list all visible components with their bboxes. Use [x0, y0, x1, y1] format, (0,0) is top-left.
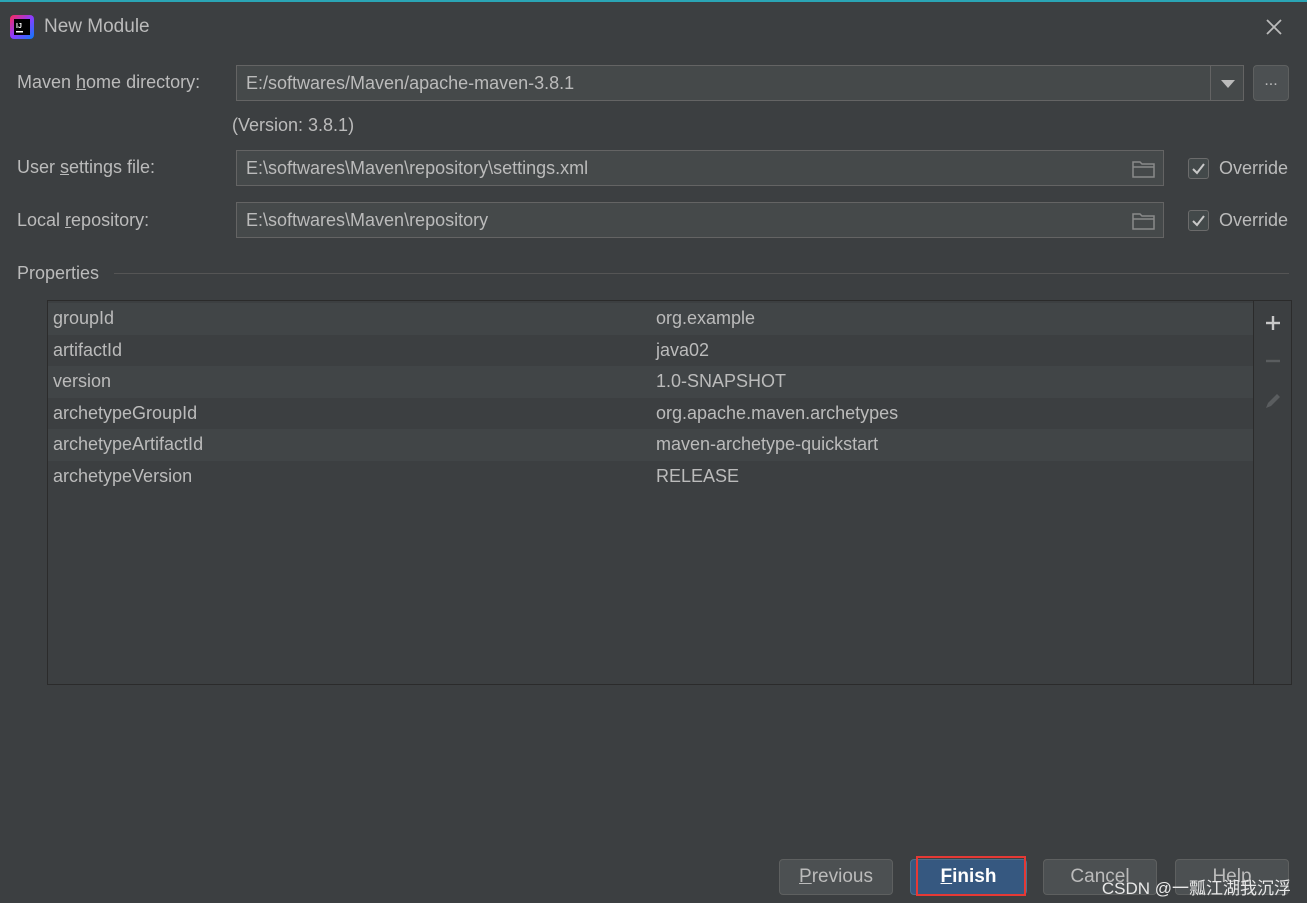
property-key: archetypeVersion	[53, 465, 193, 486]
svg-text:IJ: IJ	[16, 23, 22, 30]
property-key: groupId	[53, 308, 115, 328]
properties-table: groupId org.example artifactId java02 ve…	[47, 300, 1254, 685]
maven-home-label: Maven home directory:	[17, 72, 200, 93]
minus-icon[interactable]	[1261, 349, 1285, 373]
new-module-dialog: IJ New Module Maven home directory: E:/s…	[0, 0, 1307, 903]
maven-home-label-pre: Maven	[17, 72, 77, 92]
chevron-down-icon[interactable]	[1210, 65, 1244, 101]
properties-toolbar	[1254, 300, 1292, 685]
properties-separator	[114, 273, 1289, 274]
user-settings-label: User settings file:	[17, 157, 155, 178]
checkmark-icon	[1192, 163, 1205, 175]
property-key: artifactId	[53, 339, 123, 360]
plus-icon[interactable]	[1261, 311, 1285, 335]
previous-button[interactable]: Previous	[779, 859, 893, 895]
previous-mnemonic: P	[799, 866, 812, 887]
local-repo-label-pre: Local	[17, 210, 66, 230]
table-row[interactable]: archetypeArtifactId maven-archetype-quic…	[48, 429, 1253, 461]
dialog-title: New Module	[44, 16, 150, 37]
property-value: 1.0-SNAPSHOT	[656, 371, 787, 391]
watermark: CSDN @一瓢江湖我沉浮	[1101, 879, 1291, 898]
local-repo-field[interactable]: E:\softwares\Maven\repository	[236, 202, 1164, 238]
maven-version-text: (Version: 3.8.1)	[232, 115, 355, 135]
folder-icon[interactable]	[1132, 159, 1156, 179]
property-value: org.example	[656, 308, 756, 328]
maven-home-combo[interactable]: E:/softwares/Maven/apache-maven-3.8.1	[236, 65, 1212, 101]
local-repo-value: E:\softwares\Maven\repository	[246, 210, 489, 230]
table-row[interactable]: version 1.0-SNAPSHOT	[48, 366, 1253, 398]
properties-title: Properties	[17, 263, 100, 283]
property-key: version	[53, 371, 112, 391]
user-settings-value: E:\softwares\Maven\repository\settings.x…	[246, 158, 589, 178]
intellij-idea-icon: IJ	[10, 15, 34, 39]
user-settings-label-pre: User	[17, 157, 61, 177]
property-value: maven-archetype-quickstart	[656, 434, 879, 454]
table-row[interactable]: artifactId java02	[48, 335, 1253, 367]
close-icon[interactable]	[1261, 14, 1287, 40]
previous-label-rest: revious	[811, 866, 873, 887]
user-settings-label-post: ettings file:	[69, 157, 156, 177]
property-key: archetypeGroupId	[53, 402, 198, 423]
table-row[interactable]: groupId org.example	[48, 303, 1253, 335]
user-settings-override-checkbox[interactable]	[1188, 158, 1209, 179]
finish-highlight-box	[916, 856, 1026, 896]
property-value: RELEASE	[656, 465, 740, 486]
maven-home-label-mnemonic: h	[76, 72, 87, 92]
property-value: java02	[656, 339, 710, 360]
table-row[interactable]: archetypeGroupId org.apache.maven.archet…	[48, 398, 1253, 430]
folder-icon[interactable]	[1132, 211, 1156, 231]
local-repo-override-checkbox[interactable]	[1188, 210, 1209, 231]
local-repo-label-post: epository:	[71, 210, 150, 230]
property-key: archetypeArtifactId	[53, 434, 204, 454]
maven-home-value: E:/softwares/Maven/apache-maven-3.8.1	[246, 73, 575, 93]
local-repo-override-label: Override	[1219, 210, 1289, 230]
browse-maven-home-button[interactable]: ...	[1253, 65, 1289, 101]
property-value: org.apache.maven.archetypes	[656, 402, 899, 423]
checkmark-icon	[1192, 215, 1205, 227]
local-repo-label: Local repository:	[17, 210, 149, 231]
user-settings-label-mnemonic: s	[60, 157, 70, 177]
user-settings-override-label: Override	[1219, 158, 1289, 178]
table-row[interactable]: archetypeVersion RELEASE	[48, 461, 1253, 493]
pencil-icon[interactable]	[1261, 389, 1285, 413]
user-settings-field[interactable]: E:\softwares\Maven\repository\settings.x…	[236, 150, 1164, 186]
title-bar: IJ New Module	[0, 2, 1307, 50]
maven-home-label-post: ome directory:	[86, 72, 201, 92]
